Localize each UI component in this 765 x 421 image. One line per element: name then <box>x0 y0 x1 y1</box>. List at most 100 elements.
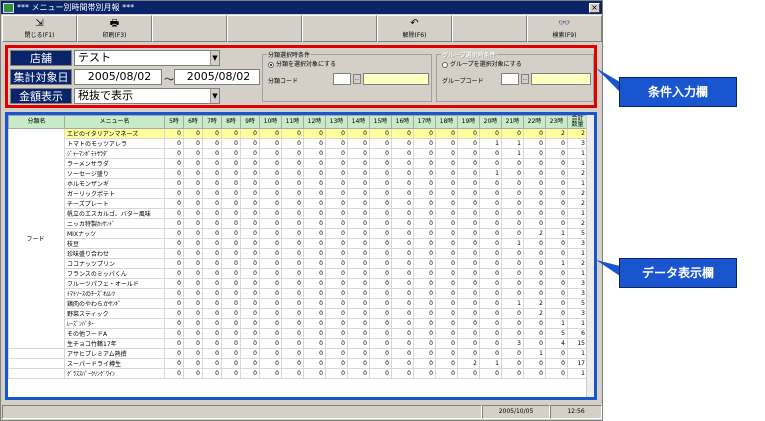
menu-name-cell: ラーメンサラダ <box>64 158 165 169</box>
table-row[interactable]: ホルモンザンギ00000000000000000001616 <box>9 178 594 189</box>
printer-icon: 🖶 <box>109 17 120 29</box>
table-row[interactable]: フランスのミッパくん00000000000000000001476 <box>9 268 594 279</box>
chevron-down-icon[interactable]: ▼ <box>210 89 219 103</box>
table-row[interactable]: ココナッツプリン000000000000000000121,042 <box>9 258 594 269</box>
hour-count-cell: 0 <box>325 208 348 219</box>
table-row[interactable]: 枝豆000000000000000010031,138 <box>9 238 594 249</box>
column-header[interactable]: 19時 <box>457 115 480 129</box>
radio-selected-icon[interactable] <box>268 61 274 68</box>
hour-count-cell: 0 <box>369 288 392 299</box>
menugroup-radio[interactable]: グループを選択対象にする <box>442 59 522 68</box>
table-row[interactable]: ﾚｰｽﾞﾝﾊﾞﾀｰ00000000000000000011476 <box>9 318 594 329</box>
toolbar-button-1[interactable]: 🖶 印刷(F3) <box>77 15 152 42</box>
table-row[interactable]: 珍味盛り合わせ00000000000000000001758 <box>9 248 594 259</box>
hour-count-cell: 0 <box>435 198 458 209</box>
hour-count-cell: 0 <box>523 328 546 339</box>
table-row[interactable]: ﾄﾏﾄｿｰｽのﾁｰｽﾞｵﾑﾚﾂ000000000000000000031,707 <box>9 288 594 299</box>
toolbar-button-label: 閉じる(F1) <box>24 31 55 39</box>
table-row[interactable]: ソーセージ盛り000000000000000100021,800 <box>9 168 594 179</box>
hour-count-cell: 0 <box>221 298 241 309</box>
menugroup-code-input[interactable] <box>501 73 519 85</box>
column-header[interactable]: 分類名 <box>8 115 65 129</box>
hour-count-cell: 0 <box>435 208 458 219</box>
column-header[interactable]: 21時 <box>501 115 524 129</box>
table-row[interactable]: 鶏肉のやわらかｻﾝｷﾞ000000000000000012052,392 <box>9 298 594 309</box>
column-header[interactable]: 合計 数量 <box>567 115 588 129</box>
hour-count-cell: 0 <box>325 188 348 199</box>
hour-count-cell: 0 <box>347 238 370 249</box>
column-header[interactable]: 13時 <box>325 115 348 129</box>
column-header[interactable]: メニュー名 <box>64 115 165 129</box>
store-select[interactable]: テスト ▼ <box>74 50 220 66</box>
category-lookup-button[interactable]: … <box>353 74 361 84</box>
table-row[interactable]: 野菜スティック000000000000000002031,856 <box>9 308 594 319</box>
close-window-button[interactable]: × <box>589 2 600 13</box>
hour-count-cell: 0 <box>183 248 203 259</box>
column-header[interactable]: 15時 <box>369 115 392 129</box>
hour-count-cell: 0 <box>221 368 241 379</box>
hour-count-cell: 0 <box>303 308 326 319</box>
table-row[interactable]: 生チョコ竹鶴17年0000000000000000304151,991 <box>9 338 594 349</box>
column-header[interactable]: 14時 <box>347 115 370 129</box>
hour-count-cell: 0 <box>413 308 436 319</box>
hour-count-cell: 0 <box>259 178 282 189</box>
column-header[interactable]: 9時 <box>240 115 260 129</box>
table-row[interactable]: MIXナッツ000000000000000002151,995 <box>9 228 594 239</box>
table-row[interactable]: その他フードA000000000000000000563,507 <box>9 328 594 339</box>
category-code-input[interactable] <box>333 73 351 85</box>
date-to-input[interactable]: 2005/08/02 <box>174 69 260 85</box>
hour-count-cell: 0 <box>347 308 370 319</box>
table-row[interactable]: トマトのモッツアレラ000000000000000110031,989 <box>9 138 594 149</box>
menugroup-lookup-button[interactable]: … <box>521 74 529 84</box>
hour-count-cell: 1 <box>545 228 568 239</box>
hour-count-cell: 0 <box>545 218 568 229</box>
chevron-down-icon[interactable]: ▼ <box>210 51 219 65</box>
column-header[interactable]: 8時 <box>221 115 241 129</box>
table-row[interactable]: 帆立のエスカルゴ、バター風味00000000000000000001663 <box>9 208 594 219</box>
hour-count-cell: 0 <box>369 248 392 259</box>
column-header[interactable]: 10時 <box>259 115 282 129</box>
hour-count-cell: 0 <box>325 158 348 169</box>
table-row[interactable]: ｸﾞﾗｽｽﾊﾟｰｸﾘﾝｸﾞﾜｲﾝ00000000000000000001617 <box>8 368 594 379</box>
hour-count-cell: 0 <box>164 368 184 379</box>
date-from-input[interactable]: 2005/08/02 <box>74 69 162 85</box>
hour-count-cell: 0 <box>240 288 260 299</box>
column-header[interactable]: 18時 <box>435 115 458 129</box>
column-header[interactable]: 7時 <box>202 115 222 129</box>
column-header[interactable]: 6時 <box>183 115 203 129</box>
table-row[interactable]: フードエビのイタリアンマネーズ000000000000000000221,421 <box>8 128 594 349</box>
hour-count-cell: 0 <box>240 318 260 329</box>
toolbar-button-5[interactable]: ↶ 解除(F6) <box>377 15 452 42</box>
table-row[interactable]: チーズプレート000000000000000000021,215 <box>9 198 594 209</box>
column-header[interactable]: 11時 <box>281 115 304 129</box>
toolbar-button-7[interactable]: 👓 検索(F9) <box>527 15 602 42</box>
column-header[interactable]: 17時 <box>413 115 436 129</box>
table-row[interactable]: ラーメンサラダ00000000000000000001476 <box>9 158 594 169</box>
hour-count-cell: 0 <box>240 138 260 149</box>
column-header[interactable]: 12時 <box>303 115 326 129</box>
hour-count-cell: 0 <box>435 178 458 189</box>
column-header[interactable]: 23時 <box>545 115 568 129</box>
category-radio[interactable]: 分類を選択対象にする <box>268 59 336 68</box>
radio-unselected-icon[interactable] <box>442 61 448 68</box>
table-row[interactable]: ｼﾞｬｰﾏﾝﾎﾟﾃﾄｻﾗﾀﾞ00000000000000001001523 <box>9 148 594 159</box>
column-header[interactable]: 22時 <box>523 115 546 129</box>
column-header[interactable]: 16時 <box>391 115 414 129</box>
table-row[interactable]: フルーツパフェ・オールド000000000000000000031,705 <box>9 278 594 289</box>
hour-count-cell: 0 <box>183 138 203 149</box>
hour-count-cell: 0 <box>391 338 414 349</box>
hour-count-cell: 0 <box>413 348 436 359</box>
hour-count-cell: 0 <box>479 208 502 219</box>
amount-display-select[interactable]: 税抜で表示 ▼ <box>74 88 220 104</box>
table-row[interactable]: スーパードライ樽生0000000000000021000178,054 <box>8 358 594 369</box>
column-header[interactable]: 5時 <box>164 115 184 129</box>
table-row[interactable]: ガーリックポテト00000000000000000002950 <box>9 188 594 199</box>
toolbar-button-0[interactable]: ⇲ 閉じる(F1) <box>2 15 77 42</box>
hour-count-cell: 0 <box>183 238 203 249</box>
column-header[interactable]: 20時 <box>479 115 502 129</box>
table-row[interactable]: ニッカ特製ｶｯｻﾝﾄﾞ000000000000000000021,138 <box>9 218 594 229</box>
table-row[interactable]: アサヒプレミアム熟撰00000000000000000101644 <box>8 348 594 359</box>
hour-count-cell: 0 <box>501 368 524 379</box>
menu-name-cell: 野菜スティック <box>64 308 165 319</box>
hour-count-cell: 0 <box>325 358 348 369</box>
